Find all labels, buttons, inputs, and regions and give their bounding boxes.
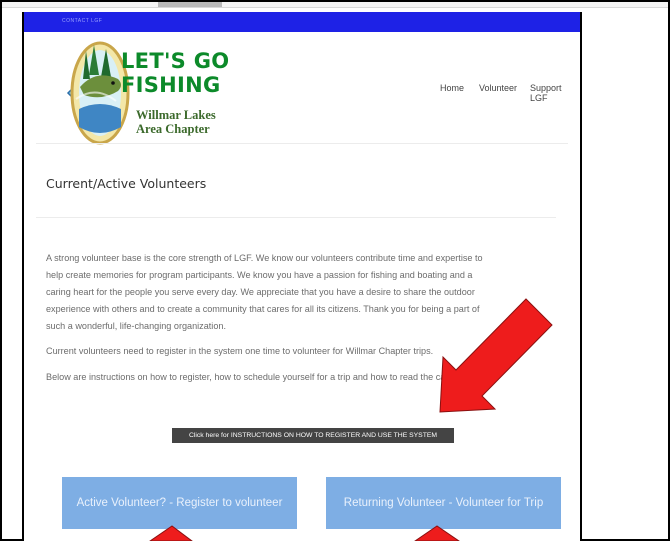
instructions-button[interactable]: Click here for INSTRUCTIONS ON HOW TO RE…	[172, 428, 454, 443]
register-volunteer-button[interactable]: Active Volunteer? - Register to voluntee…	[62, 477, 297, 529]
nav-support-lgf[interactable]: Support LGF	[530, 83, 580, 103]
top-bar: CONTACT LGF	[24, 12, 580, 32]
instructions-note: Below are instructions on how to registe…	[46, 372, 473, 382]
intro-line: A strong volunteer base is the core stre…	[46, 253, 483, 263]
page-frame: CONTACT LGF LET'S GO FISHING Willmar Lak…	[22, 12, 582, 541]
logo-subtitle-line2: Area Chapter	[136, 122, 210, 136]
title-divider	[36, 217, 556, 218]
intro-line: help create memories for program partici…	[46, 270, 473, 280]
top-bar-text[interactable]: CONTACT LGF	[62, 18, 102, 24]
returning-volunteer-button[interactable]: Returning Volunteer - Volunteer for Trip	[326, 477, 561, 529]
browser-top-strip	[2, 2, 668, 8]
logo-title-line1: LET'S GO	[121, 49, 230, 73]
logo-subtitle-line1: Willmar Lakes	[136, 108, 216, 122]
intro-line: experience with others and to create a c…	[46, 304, 480, 314]
page-title: Current/Active Volunteers	[46, 176, 207, 191]
logo-title-line2: FISHING	[121, 73, 221, 97]
scroll-thumb[interactable]	[158, 2, 222, 7]
nav-home[interactable]: Home	[440, 83, 464, 93]
intro-line: caring heart for the people you serve ev…	[46, 287, 475, 297]
register-note: Current volunteers need to register in t…	[46, 346, 434, 356]
intro-line: such a wonderful, life-changing organiza…	[46, 321, 226, 331]
header-divider	[36, 143, 568, 144]
intro-paragraph: A strong volunteer base is the core stre…	[46, 250, 546, 335]
nav-volunteer[interactable]: Volunteer	[479, 83, 517, 93]
logo-title: LET'S GO FISHING	[121, 49, 229, 97]
logo-subtitle: Willmar Lakes Area Chapter	[136, 108, 216, 136]
